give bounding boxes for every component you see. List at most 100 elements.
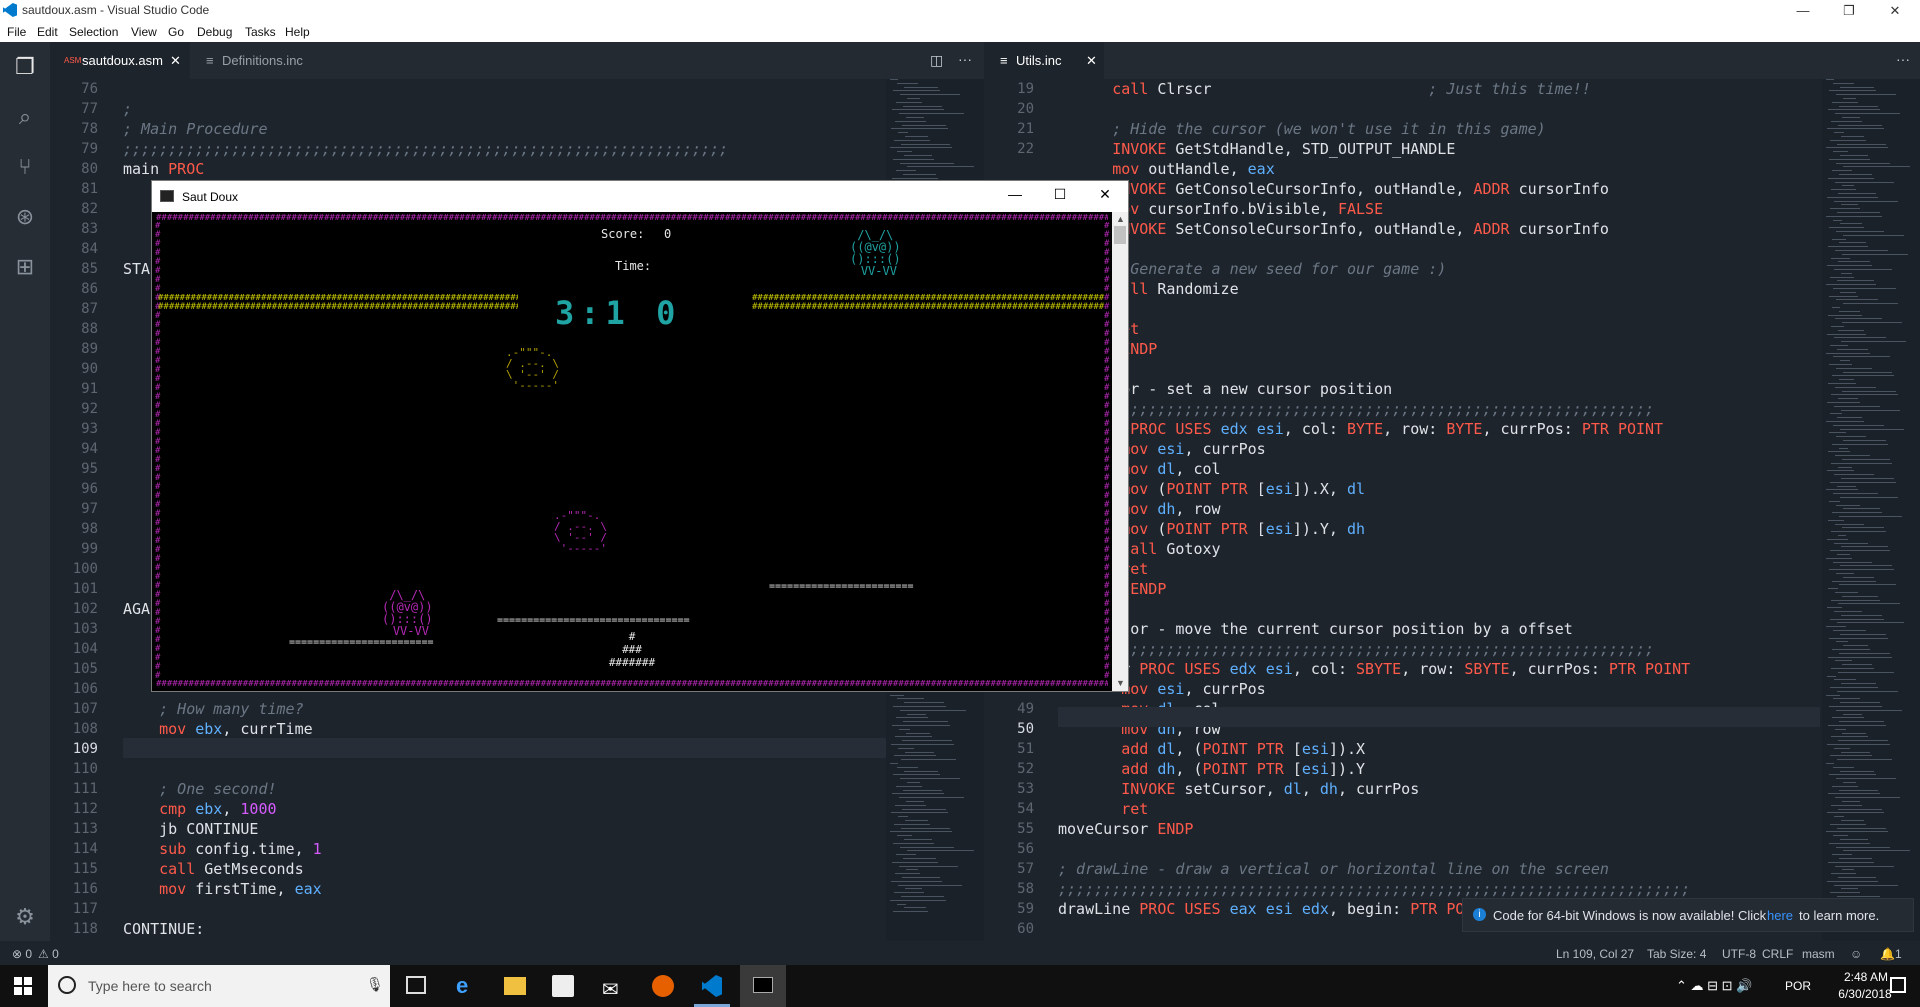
explorer-icon[interactable]: ❐ [12, 54, 38, 80]
minimap-line [895, 873, 920, 875]
eol[interactable]: CRLF [1762, 947, 1793, 961]
close-button[interactable]: ✕ [1872, 0, 1918, 21]
right-code-area[interactable]: call Clrscr ; Just this time!! ; Hide th… [1058, 79, 1820, 941]
source-control-icon[interactable]: ⑂ [12, 154, 38, 180]
game-scrollbar[interactable]: ▲ ▼ [1112, 212, 1128, 691]
more-actions-icon[interactable]: ··· [958, 51, 972, 67]
windows-taskbar: Type here to search 🎙 e ✉ ⌃ ☁ ⊟ ⊡ 🔊 POR … [0, 965, 1920, 1007]
minimap-line [1829, 227, 1864, 229]
minimap-line [901, 143, 950, 145]
scroll-thumb[interactable] [1114, 226, 1126, 244]
menu-selection[interactable]: Selection [69, 25, 118, 39]
cursor-position[interactable]: Ln 109, Col 27 [1556, 947, 1634, 961]
tab-utils[interactable]: ≡ Utils.inc ✕ [986, 42, 1104, 79]
menu-tasks[interactable]: Tasks [245, 25, 276, 39]
minimap-line [894, 892, 924, 894]
minimap-line [1828, 793, 1880, 795]
game-window[interactable]: Saut Doux — ☐ ✕ ########################… [151, 180, 1129, 692]
vscode-taskbar-icon[interactable] [702, 975, 722, 997]
close-tab-icon[interactable]: ✕ [1086, 42, 1097, 79]
mail-icon[interactable]: ✉ [602, 977, 619, 1002]
notifications-bell-icon[interactable]: 🔔1 [1880, 947, 1902, 961]
firefox-icon[interactable] [652, 975, 674, 997]
edge-icon[interactable]: e [456, 973, 468, 999]
store-icon[interactable] [552, 975, 574, 997]
extensions-icon[interactable]: ⊞ [12, 254, 38, 280]
line-number: 92 [81, 401, 98, 417]
line-number: 79 [81, 141, 98, 157]
minimap-line [1839, 105, 1878, 107]
tray-icons[interactable]: ⌃ ☁ ⊟ ⊡ 🔊 [1676, 978, 1752, 994]
minimap-line [1826, 215, 1882, 217]
game-maximize-button[interactable]: ☐ [1045, 186, 1075, 203]
split-editor-icon[interactable]: ◫ [930, 52, 943, 69]
errors-count[interactable]: ⊗ 0 [12, 947, 32, 961]
line-number: 98 [81, 521, 98, 537]
minimap-line [1835, 592, 1858, 593]
code-line: call GetMseconds [159, 860, 304, 878]
warnings-count[interactable]: ⚠ 0 [38, 947, 59, 961]
minimize-button[interactable]: — [1780, 0, 1826, 21]
language-mode[interactable]: masm [1802, 947, 1835, 961]
minimap-line [896, 717, 928, 719]
menu-view[interactable]: View [131, 25, 157, 39]
clock-time[interactable]: 2:48 AM [1836, 970, 1896, 984]
minimap-line [1830, 892, 1860, 894]
code-line: sub config.time, 1 [159, 840, 322, 858]
minimap-line [1827, 128, 1884, 130]
menu-edit[interactable]: Edit [37, 25, 58, 39]
minimap-line [1842, 527, 1884, 529]
minimap-line [1842, 117, 1860, 118]
tab-sautdoux[interactable]: ASM sautdoux.asm ✕ [50, 42, 190, 79]
tab-size[interactable]: Tab Size: 4 [1647, 947, 1706, 961]
game-close-button[interactable]: ✕ [1090, 186, 1120, 203]
encoding[interactable]: UTF-8 [1722, 947, 1756, 961]
minimap-line [893, 842, 934, 844]
tab-definitions[interactable]: ≡ Definitions.inc [192, 42, 352, 79]
taskbar-search-box[interactable]: Type here to search 🎙 [48, 965, 390, 1007]
minimap-line [904, 702, 944, 704]
console-taskbar-button[interactable] [740, 965, 786, 1007]
scroll-up-icon[interactable]: ▲ [1116, 214, 1125, 224]
minimap-line [1836, 94, 1896, 96]
minimap-line [1833, 561, 1872, 563]
minimap-line [1841, 546, 1888, 548]
input-language[interactable]: POR [1785, 979, 1811, 993]
code-line: ; Main Procedure [123, 120, 268, 138]
console-icon [160, 190, 174, 202]
search-icon[interactable]: ⌕ [12, 104, 38, 130]
minimap-line [1837, 759, 1892, 761]
window-title: sautdoux.asm - Visual Studio Code [22, 3, 210, 17]
close-tab-icon[interactable]: ✕ [170, 42, 181, 79]
minimap-line [892, 861, 938, 863]
microphone-icon[interactable]: 🎙 [366, 976, 384, 993]
notification-toast[interactable]: i Code for 64-bit Windows is now availab… [1462, 898, 1914, 932]
settings-icon[interactable]: ⚙ [12, 904, 38, 930]
action-center-icon[interactable] [1890, 977, 1906, 993]
more-actions-icon[interactable]: ··· [1896, 51, 1910, 67]
minimap-line [1831, 531, 1886, 533]
task-view-icon[interactable] [406, 976, 426, 994]
vscode-logo-icon [3, 3, 17, 17]
minimap-line [1842, 322, 1902, 324]
menu-help[interactable]: Help [285, 25, 310, 39]
minimap-line [1827, 470, 1854, 472]
windows-start-icon[interactable] [14, 977, 32, 995]
minimap-line [1832, 170, 1852, 172]
toast-link[interactable]: here [1767, 908, 1793, 923]
menu-go[interactable]: Go [168, 25, 184, 39]
code-line: rsor - move the current cursor position … [1058, 620, 1573, 638]
debug-icon[interactable]: ⊛ [12, 204, 38, 230]
scroll-down-icon[interactable]: ▼ [1116, 678, 1125, 688]
right-minimap[interactable] [1822, 79, 1920, 941]
minimap-line [1830, 208, 1860, 210]
menu-debug[interactable]: Debug [197, 25, 232, 39]
game-minimize-button[interactable]: — [1000, 186, 1030, 202]
file-explorer-icon[interactable] [504, 977, 526, 995]
maximize-button[interactable]: ❐ [1826, 0, 1872, 21]
minimap-line [1836, 504, 1860, 506]
feedback-icon[interactable]: ☺ [1850, 947, 1862, 961]
menu-file[interactable]: File [7, 25, 26, 39]
line-number: 91 [81, 381, 98, 397]
code-line: mov outHandle, eax [1112, 160, 1275, 178]
